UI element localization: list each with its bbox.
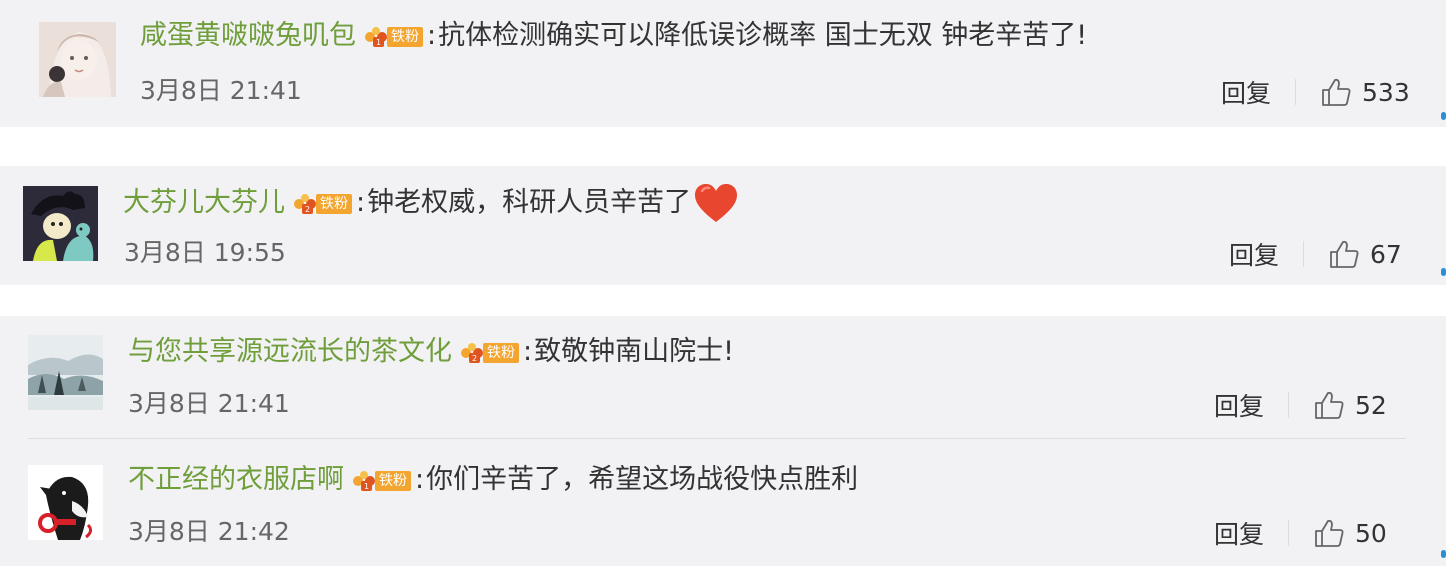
action-divider (1288, 520, 1290, 546)
colon: : (523, 336, 533, 367)
like-button[interactable]: 52 (1313, 389, 1387, 421)
comment-time: 3月8日 19:55 (124, 238, 286, 267)
comment-actions: 回复 50 (1214, 515, 1387, 551)
reply-button[interactable]: 回复 (1214, 387, 1264, 423)
username[interactable]: 与您共享源远流长的茶文化 (128, 335, 452, 369)
action-divider (1288, 392, 1290, 418)
username[interactable]: 咸蛋黄啵啵兔叽包 (140, 19, 356, 53)
comment-time: 3月8日 21:41 (128, 389, 290, 418)
like-button[interactable]: 50 (1313, 517, 1387, 549)
like-count: 533 (1362, 77, 1410, 107)
like-count: 67 (1370, 239, 1402, 269)
thumbs-up-outline-icon (1322, 78, 1351, 106)
comment-actions: 回复 67 (1229, 236, 1402, 272)
comment-line: 不正经的衣服店啊 1 铁粉 : 你们辛苦了，希望这场战役快点胜利 (128, 463, 858, 497)
scroll-marker (1441, 112, 1446, 120)
red-heart-emoji-icon (695, 184, 738, 222)
colon: : (356, 187, 366, 218)
comment-time: 3月8日 21:41 (140, 76, 302, 105)
scroll-marker (1441, 550, 1446, 558)
fan-badge-label: 铁粉 (387, 27, 423, 47)
comment-line: 与您共享源远流长的茶文化 2 铁粉 : 致敬钟南山院士! (128, 335, 734, 369)
reply-button[interactable]: 回复 (1214, 515, 1264, 551)
reply-button[interactable]: 回复 (1229, 236, 1279, 272)
thumbs-up-outline-icon (1315, 391, 1344, 419)
comment-text: 钟老权威，科研人员辛苦了 (367, 187, 692, 218)
avatar[interactable] (39, 22, 116, 97)
fan-badge[interactable]: 2 铁粉 (293, 191, 352, 217)
like-count: 52 (1355, 390, 1387, 420)
avatar[interactable] (28, 465, 103, 540)
svg-text:2: 2 (305, 205, 310, 214)
username[interactable]: 不正经的衣服店啊 (128, 463, 344, 497)
comment-line: 咸蛋黄啵啵兔叽包 1 铁粉 : 抗体检测确实可以降低误诊概率 国士无双 钟老辛苦… (140, 19, 1087, 53)
comment-text: 致敬钟南山院士! (534, 336, 734, 367)
avatar[interactable] (28, 335, 103, 410)
fan-badge[interactable]: 1 铁粉 (364, 24, 423, 50)
colon: : (415, 464, 425, 495)
thumbs-up-outline-icon (1330, 240, 1359, 268)
username[interactable]: 大芬儿大芬儿 (123, 186, 285, 220)
fan-badge-label: 铁粉 (375, 471, 411, 491)
avatar[interactable] (23, 186, 98, 261)
comment-text: 抗体检测确实可以降低误诊概率 国士无双 钟老辛苦了! (438, 20, 1088, 51)
comment-divider (28, 438, 1406, 439)
comment-actions: 回复 533 (1221, 74, 1410, 110)
like-count: 50 (1355, 518, 1387, 548)
action-divider (1303, 241, 1305, 267)
svg-text:1: 1 (364, 482, 369, 491)
fan-badge[interactable]: 1 铁粉 (352, 468, 411, 494)
comment-line: 大芬儿大芬儿 2 铁粉 : 钟老权威，科研人员辛苦了 (123, 182, 739, 224)
svg-text:2: 2 (472, 354, 477, 363)
comment-text: 你们辛苦了，希望这场战役快点胜利 (426, 464, 859, 495)
thumbs-up-outline-icon (1315, 519, 1344, 547)
scroll-marker (1441, 268, 1446, 276)
colon: : (427, 20, 437, 51)
comment-actions: 回复 52 (1214, 387, 1387, 423)
comment-time: 3月8日 21:42 (128, 517, 290, 546)
reply-button[interactable]: 回复 (1221, 74, 1271, 110)
action-divider (1295, 79, 1297, 105)
svg-text:1: 1 (376, 38, 381, 47)
fan-badge-label: 铁粉 (316, 194, 352, 214)
fan-badge[interactable]: 2 铁粉 (460, 340, 519, 366)
fan-badge-label: 铁粉 (483, 343, 519, 363)
like-button[interactable]: 67 (1328, 238, 1402, 270)
like-button[interactable]: 533 (1320, 76, 1410, 108)
